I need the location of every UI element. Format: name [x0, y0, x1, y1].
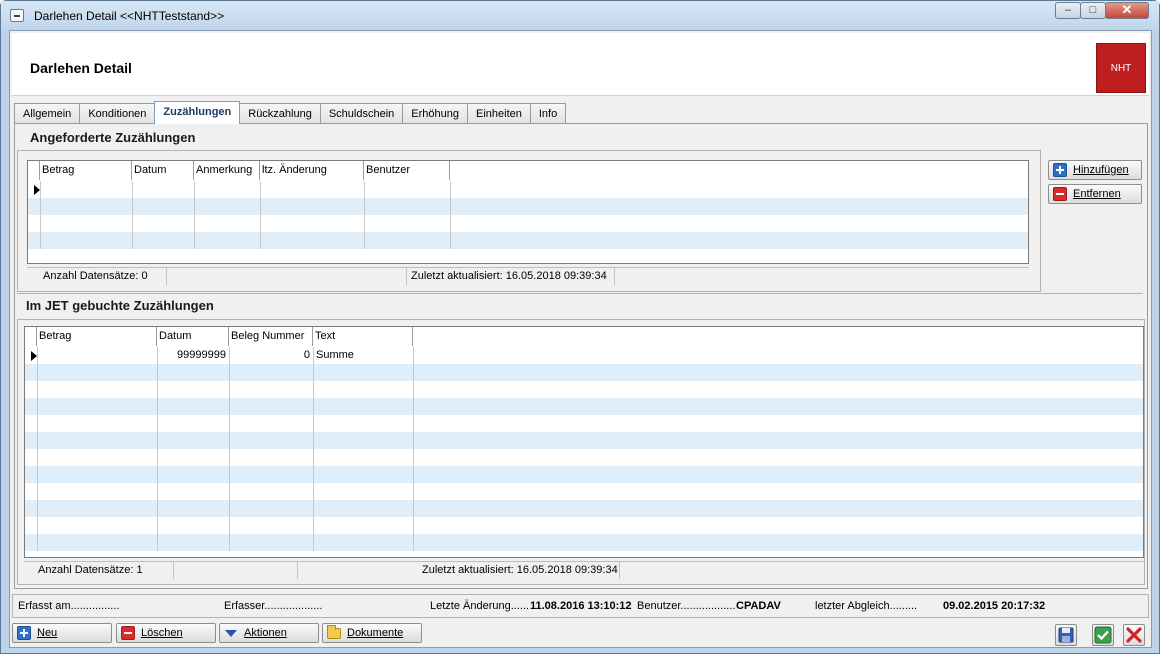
page-title: Darlehen Detail	[30, 60, 132, 76]
close-button[interactable]: ✕	[1105, 2, 1149, 19]
delete-button[interactable]: Löschen	[116, 623, 216, 643]
table-row	[25, 517, 1143, 534]
column-header-ltz-aenderung[interactable]: ltz. Änderung	[260, 161, 364, 180]
requested-record-count: Anzahl Datensätze: 0	[27, 268, 167, 285]
table-row	[25, 500, 1143, 517]
last-change-label: Letzte Änderung......	[430, 600, 530, 612]
tab-bar: Allgemein Konditionen Zuzählungen Rückza…	[14, 101, 567, 124]
column-header-datum[interactable]: Datum	[132, 161, 194, 180]
erfasst-label: Erfasst am................	[18, 600, 120, 612]
cell-datum: 99999999	[177, 349, 226, 361]
requested-status-bar: Anzahl Datensätze: 0 Zuletzt aktualisier…	[27, 267, 1029, 285]
column-header-datum[interactable]: Datum	[157, 327, 229, 346]
table-row	[25, 449, 1143, 466]
cancel-x-icon	[1126, 627, 1142, 643]
dropdown-arrow-icon	[224, 626, 238, 640]
tab-einheiten[interactable]: Einheiten	[467, 103, 531, 123]
documents-button-label: Dokumente	[347, 627, 404, 639]
column-header-betrag[interactable]: Betrag	[37, 327, 157, 346]
user-label: Benutzer..................	[637, 600, 736, 612]
column-header-benutzer[interactable]: Benutzer	[364, 161, 450, 180]
remove-button[interactable]: Entfernen	[1048, 184, 1142, 204]
requested-group: Angeforderte Zuzählungen Betrag Datum An…	[17, 126, 1143, 294]
tab-zuzaehlungen[interactable]: Zuzählungen	[154, 101, 241, 124]
table-row	[25, 466, 1143, 483]
table-row	[25, 483, 1143, 500]
column-header-beleg-nummer[interactable]: Beleg Nummer	[229, 327, 313, 346]
last-change-value: 11.08.2016 13:10:12	[530, 600, 632, 612]
column-header-text[interactable]: Text	[313, 327, 413, 346]
tab-panel: Angeforderte Zuzählungen Betrag Datum An…	[14, 123, 1148, 589]
erfasser-label: Erfasser...................	[224, 600, 323, 612]
audit-footer: Erfasst am................ Erfasser.....…	[12, 594, 1149, 618]
booked-grid-header: Betrag Datum Beleg Nummer Text	[25, 327, 413, 347]
save-button[interactable]	[1055, 624, 1077, 646]
table-row	[25, 381, 1143, 398]
column-header-betrag[interactable]: Betrag	[40, 161, 132, 180]
booked-title: Im JET gebuchte Zuzählungen	[26, 298, 214, 313]
table-row	[25, 398, 1143, 415]
table-row	[25, 534, 1143, 551]
page-header: Darlehen Detail NHT	[12, 33, 1149, 96]
tab-erhoehung[interactable]: Erhöhung	[402, 103, 468, 123]
delete-button-label: Löschen	[141, 627, 183, 639]
booked-last-updated: Zuletzt aktualisiert: 16.05.2018 09:39:3…	[298, 562, 620, 579]
column-header-anmerkung[interactable]: Anmerkung	[194, 161, 260, 180]
title-bar: Darlehen Detail <<NHTTeststand>> – □ ✕	[1, 1, 1159, 29]
requested-last-updated: Zuletzt aktualisiert: 16.05.2018 09:39:3…	[407, 268, 615, 285]
confirm-button[interactable]	[1092, 624, 1114, 646]
booked-status-bar: Anzahl Datensätze: 1 Zuletzt aktualisier…	[24, 561, 1144, 579]
folder-icon	[327, 625, 341, 639]
last-sync-label: letzter Abgleich.........	[815, 600, 918, 612]
table-row	[25, 432, 1143, 449]
requested-grid[interactable]: Betrag Datum Anmerkung ltz. Änderung Ben…	[27, 160, 1029, 264]
checkmark-icon	[1094, 626, 1112, 644]
booked-grid[interactable]: Betrag Datum Beleg Nummer Text 99999999 …	[24, 326, 1144, 558]
window-menu-icon[interactable]	[10, 9, 24, 22]
client-area: Darlehen Detail NHT Allgemein Konditione…	[9, 30, 1152, 648]
remove-button-label: Entfernen	[1073, 188, 1121, 200]
booked-record-count: Anzahl Datensätze: 1	[24, 562, 174, 579]
tab-konditionen[interactable]: Konditionen	[79, 103, 156, 123]
table-row[interactable]	[28, 181, 1028, 198]
table-row	[28, 198, 1028, 215]
last-sync-value: 09.02.2015 20:17:32	[943, 600, 1046, 612]
booked-frame: Betrag Datum Beleg Nummer Text 99999999 …	[17, 319, 1145, 585]
minus-icon	[121, 626, 135, 640]
table-row	[28, 232, 1028, 249]
table-row	[25, 364, 1143, 381]
tab-schuldschein[interactable]: Schuldschein	[319, 103, 404, 123]
add-button[interactable]: Hinzufügen	[1048, 160, 1142, 180]
requested-title: Angeforderte Zuzählungen	[30, 130, 196, 145]
minus-icon	[1053, 187, 1067, 201]
plus-icon	[17, 626, 31, 640]
tab-allgemein[interactable]: Allgemein	[14, 103, 81, 123]
add-button-label: Hinzufügen	[1073, 164, 1129, 176]
maximize-button[interactable]: □	[1080, 2, 1106, 19]
actions-button-label: Aktionen	[244, 627, 287, 639]
cell-beleg-nummer: 0	[303, 349, 310, 361]
window-title: Darlehen Detail <<NHTTeststand>>	[34, 9, 225, 23]
cell-text: Summe	[316, 349, 354, 361]
requested-frame: Betrag Datum Anmerkung ltz. Änderung Ben…	[17, 150, 1041, 292]
actions-button[interactable]: Aktionen	[219, 623, 319, 643]
save-icon	[1058, 627, 1074, 643]
new-button[interactable]: Neu	[12, 623, 112, 643]
tab-info[interactable]: Info	[529, 103, 567, 123]
cancel-button[interactable]	[1123, 624, 1145, 646]
plus-icon	[1053, 163, 1067, 177]
cell-betrag	[37, 347, 157, 364]
table-row	[25, 415, 1143, 432]
application-window: Darlehen Detail <<NHTTeststand>> – □ ✕ D…	[0, 0, 1160, 654]
new-button-label: Neu	[37, 627, 58, 639]
minimize-button[interactable]: –	[1055, 2, 1081, 19]
table-row[interactable]: 99999999 0 Summe	[25, 347, 1143, 364]
tab-rueckzahlung[interactable]: Rückzahlung	[239, 103, 321, 123]
requested-grid-header: Betrag Datum Anmerkung ltz. Änderung Ben…	[28, 161, 450, 181]
table-row	[28, 215, 1028, 232]
user-value: CPADAV	[736, 600, 781, 612]
nht-logo: NHT	[1096, 43, 1146, 93]
documents-button[interactable]: Dokumente	[322, 623, 422, 643]
